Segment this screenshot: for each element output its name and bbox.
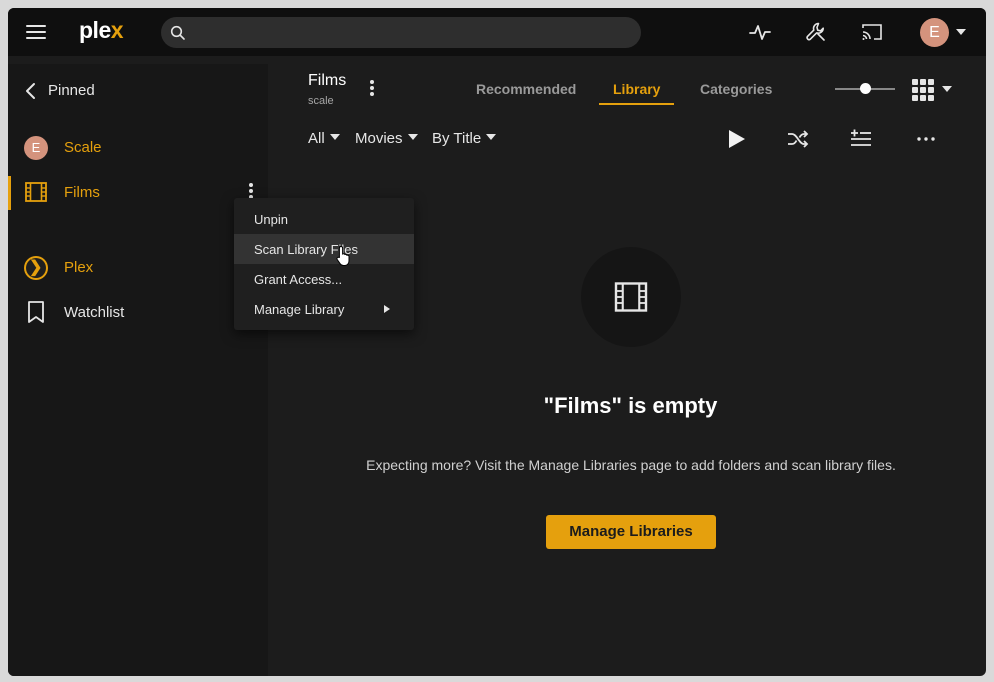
- empty-state-description: Expecting more? Visit the Manage Librari…: [366, 457, 896, 473]
- film-icon: [25, 182, 47, 202]
- add-to-playlist-icon[interactable]: [848, 126, 874, 152]
- menu-icon[interactable]: [26, 25, 46, 39]
- top-bar: plex E: [8, 8, 986, 56]
- cast-icon[interactable]: [860, 20, 884, 44]
- filter-type-dropdown[interactable]: Movies: [355, 130, 418, 147]
- sidebar-item-scale[interactable]: E Scale: [8, 128, 268, 168]
- chevron-down-icon: [407, 134, 418, 141]
- library-context-menu: Unpin Scan Library Files Grant Access...…: [234, 198, 414, 330]
- logo-x: x: [110, 17, 124, 43]
- view-options-caret-icon[interactable]: [942, 86, 952, 92]
- empty-state-title: "Films" is empty: [543, 393, 718, 418]
- search-input[interactable]: [161, 17, 641, 48]
- active-tab-underline: [599, 103, 674, 105]
- menu-item-grant-access[interactable]: Grant Access...: [234, 264, 414, 294]
- plex-logo[interactable]: plex: [79, 17, 124, 44]
- empty-state-icon-circle: [581, 247, 681, 347]
- shuffle-icon[interactable]: [785, 126, 811, 152]
- sidebar-item-label: Watchlist: [64, 304, 125, 321]
- sidebar-item-label: Scale: [64, 139, 102, 156]
- user-menu-caret-icon[interactable]: [956, 29, 966, 35]
- tab-library[interactable]: Library: [613, 81, 660, 97]
- filter-type-label: Movies: [355, 130, 403, 147]
- sort-label: By Title: [432, 130, 482, 147]
- grid-view-icon[interactable]: [912, 79, 934, 101]
- library-more-options-icon[interactable]: [366, 80, 378, 100]
- sidebar-item-label: Plex: [64, 259, 94, 276]
- activity-icon[interactable]: [748, 20, 772, 44]
- tab-categories[interactable]: Categories: [700, 81, 772, 97]
- logo-text: ple: [79, 17, 111, 43]
- chevron-left-icon: [26, 83, 35, 99]
- sidebar-item-watchlist[interactable]: Watchlist: [8, 293, 268, 333]
- library-server-name: scale: [308, 95, 334, 107]
- filter-all-dropdown[interactable]: All: [308, 130, 340, 147]
- bookmark-icon: [28, 301, 44, 323]
- menu-item-label: Manage Library: [254, 302, 345, 317]
- server-avatar: E: [24, 136, 48, 160]
- plex-chevron-icon: ❯: [29, 259, 43, 276]
- poster-size-slider[interactable]: [835, 83, 895, 94]
- chevron-down-icon: [486, 134, 497, 141]
- tab-recommended[interactable]: Recommended: [476, 81, 576, 97]
- manage-libraries-button[interactable]: Manage Libraries: [546, 515, 716, 549]
- sidebar-item-plex[interactable]: ❯ Plex: [8, 248, 268, 288]
- active-indicator: [8, 176, 11, 210]
- menu-item-manage-library[interactable]: Manage Library: [234, 294, 414, 324]
- menu-item-label: Grant Access...: [254, 272, 343, 287]
- more-actions-icon[interactable]: [913, 126, 939, 152]
- film-icon: [614, 282, 648, 312]
- settings-wrench-icon[interactable]: [804, 20, 828, 44]
- search-icon: [170, 25, 185, 40]
- sidebar: Pinned E Scale Films ❯ Plex Watchlist: [8, 64, 268, 676]
- menu-item-scan-library-files[interactable]: Scan Library Files: [234, 234, 414, 264]
- menu-item-unpin[interactable]: Unpin: [234, 204, 414, 234]
- library-title: Films: [308, 72, 347, 89]
- pinned-label: Pinned: [48, 82, 95, 99]
- sort-dropdown[interactable]: By Title: [432, 130, 497, 147]
- plex-window: plex E Pinned E Scale Films ❯ Plex Watch…: [8, 8, 986, 676]
- filter-all-label: All: [308, 130, 325, 147]
- user-avatar[interactable]: E: [920, 18, 949, 47]
- slider-knob[interactable]: [860, 83, 871, 94]
- sidebar-item-label: Films: [64, 184, 100, 201]
- hand-cursor-icon: [336, 245, 350, 266]
- play-icon[interactable]: [723, 126, 749, 152]
- submenu-arrow-icon: [384, 305, 390, 313]
- sidebar-item-films[interactable]: Films: [8, 173, 268, 213]
- chevron-down-icon: [329, 134, 340, 141]
- menu-item-label: Unpin: [254, 212, 288, 227]
